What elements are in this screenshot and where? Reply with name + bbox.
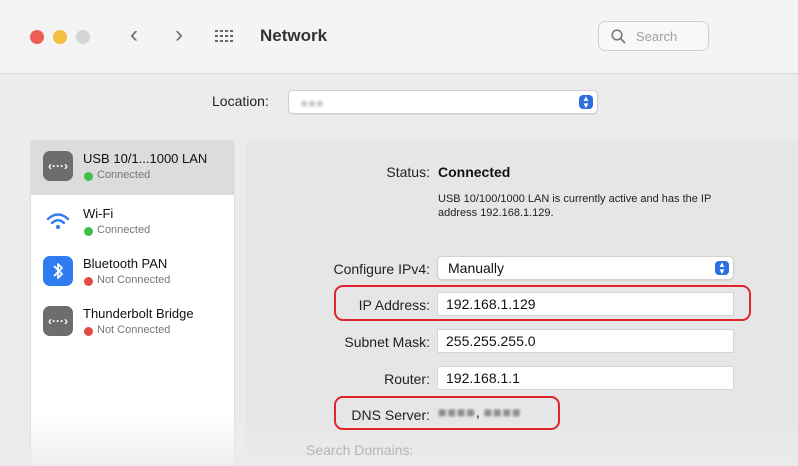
service-status: Not Connected <box>97 324 171 336</box>
search-placeholder: Search <box>636 29 678 44</box>
bluetooth-icon <box>43 256 73 286</box>
service-status: Not Connected <box>97 274 171 286</box>
title-bar: ‹ › Network Search <box>0 0 798 74</box>
ethernet-icon: ‹···› <box>43 306 73 336</box>
grid-icon[interactable] <box>215 30 233 42</box>
minimize-light[interactable] <box>53 30 67 44</box>
configure-ipv4-value: Manually <box>448 260 505 276</box>
service-name: USB 10/1...1000 LAN <box>83 151 208 166</box>
router-field[interactable]: 192.168.1.1 <box>437 366 734 390</box>
ethernet-icon: ‹···› <box>43 151 73 181</box>
window-title: Network <box>260 26 328 45</box>
status-value: Connected <box>438 164 511 180</box>
zoom-light[interactable] <box>76 30 90 44</box>
status-dot-green <box>84 227 93 236</box>
status-dot-green <box>84 172 93 181</box>
location-select[interactable]: ■■■ ▲ ▼ <box>288 90 598 114</box>
status-dot-red <box>84 277 93 286</box>
search-field[interactable]: Search <box>598 21 709 51</box>
ip-address-callout <box>334 285 751 321</box>
forward-chevron-icon[interactable]: › <box>175 20 183 50</box>
status-dot-red <box>84 327 93 336</box>
configure-ipv4-label: Configure IPv4: <box>333 261 431 277</box>
search-domains-label: Search Domains: <box>306 442 414 458</box>
location-label: Location: <box>212 93 269 109</box>
back-chevron-icon[interactable]: ‹ <box>130 20 138 50</box>
service-status: Connected <box>97 224 151 236</box>
service-item-usb-lan[interactable]: ‹···› USB 10/1...1000 LAN Connected <box>31 141 234 195</box>
network-preferences-window: ‹ › Network Search Location: ■■■ ▲ ▼ ‹···… <box>0 0 798 466</box>
close-light[interactable] <box>30 30 44 44</box>
service-item-bluetooth-pan[interactable]: Bluetooth PAN Not Connected <box>31 246 234 298</box>
status-description: USB 10/100/1000 LAN is currently active … <box>438 193 712 219</box>
configure-stepper-icon: ▲ ▼ <box>715 261 729 276</box>
search-icon <box>611 29 626 44</box>
service-item-thunderbolt-bridge[interactable]: ‹···› Thunderbolt Bridge Not Connected <box>31 296 234 348</box>
wifi-icon <box>43 206 73 236</box>
service-status: Connected <box>97 169 151 181</box>
location-value: ■■■ <box>301 98 324 110</box>
dns-server-callout <box>334 396 560 430</box>
service-name: Thunderbolt Bridge <box>83 306 194 321</box>
status-label: Status: <box>386 164 430 180</box>
router-label: Router: <box>384 371 430 387</box>
service-name: Bluetooth PAN <box>83 256 168 271</box>
subnet-mask-value: 255.255.255.0 <box>446 333 536 349</box>
configure-ipv4-select[interactable]: Manually ▲ ▼ <box>437 256 734 280</box>
subnet-mask-label: Subnet Mask: <box>344 334 430 350</box>
service-name: Wi-Fi <box>83 206 114 221</box>
service-item-wifi[interactable]: Wi-Fi Connected <box>31 196 234 248</box>
location-stepper-icon: ▲ ▼ <box>579 95 593 110</box>
router-value: 192.168.1.1 <box>446 370 520 386</box>
subnet-mask-field[interactable]: 255.255.255.0 <box>437 329 734 353</box>
